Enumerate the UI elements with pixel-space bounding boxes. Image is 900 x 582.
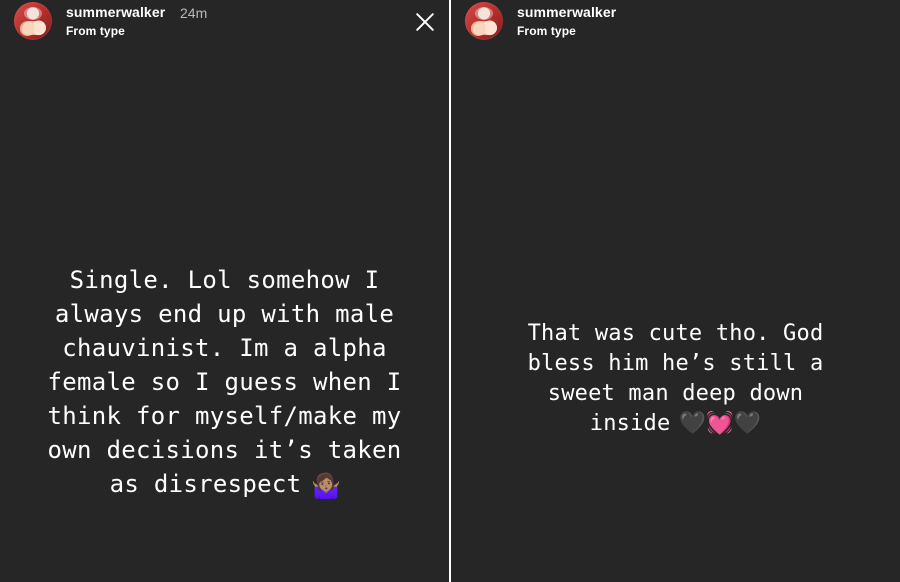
story-subtitle: From type [66, 24, 125, 38]
username[interactable]: summerwalker [517, 4, 616, 20]
hearts-emoji-icon: 🖤💓🖤 [678, 411, 762, 436]
story-subtitle: From type [517, 24, 576, 38]
close-icon[interactable] [413, 10, 437, 34]
avatar[interactable] [465, 2, 503, 40]
stories-view: summerwalker 24m From type Single. Lol s… [0, 0, 900, 582]
story-text-content: Single. Lol somehow I always end up with… [47, 266, 402, 498]
avatar[interactable] [14, 2, 52, 40]
story-text: Single. Lol somehow I always end up with… [0, 229, 449, 501]
username[interactable]: summerwalker [66, 4, 165, 20]
story-text-content: That was cute tho. God bless him he’s st… [527, 321, 824, 436]
story-header: summerwalker 24m From type [0, 0, 449, 46]
story-panel-right: summerwalker 23m From type That was cute… [451, 0, 900, 582]
story-text: That was cute tho. God bless him he’s st… [451, 289, 900, 439]
shrug-emoji-icon: 🤷🏽‍♀️ [311, 472, 342, 500]
story-header: summerwalker 23m From type [451, 0, 900, 46]
story-time: 24m [180, 5, 208, 21]
story-panel-left: summerwalker 24m From type Single. Lol s… [0, 0, 449, 582]
